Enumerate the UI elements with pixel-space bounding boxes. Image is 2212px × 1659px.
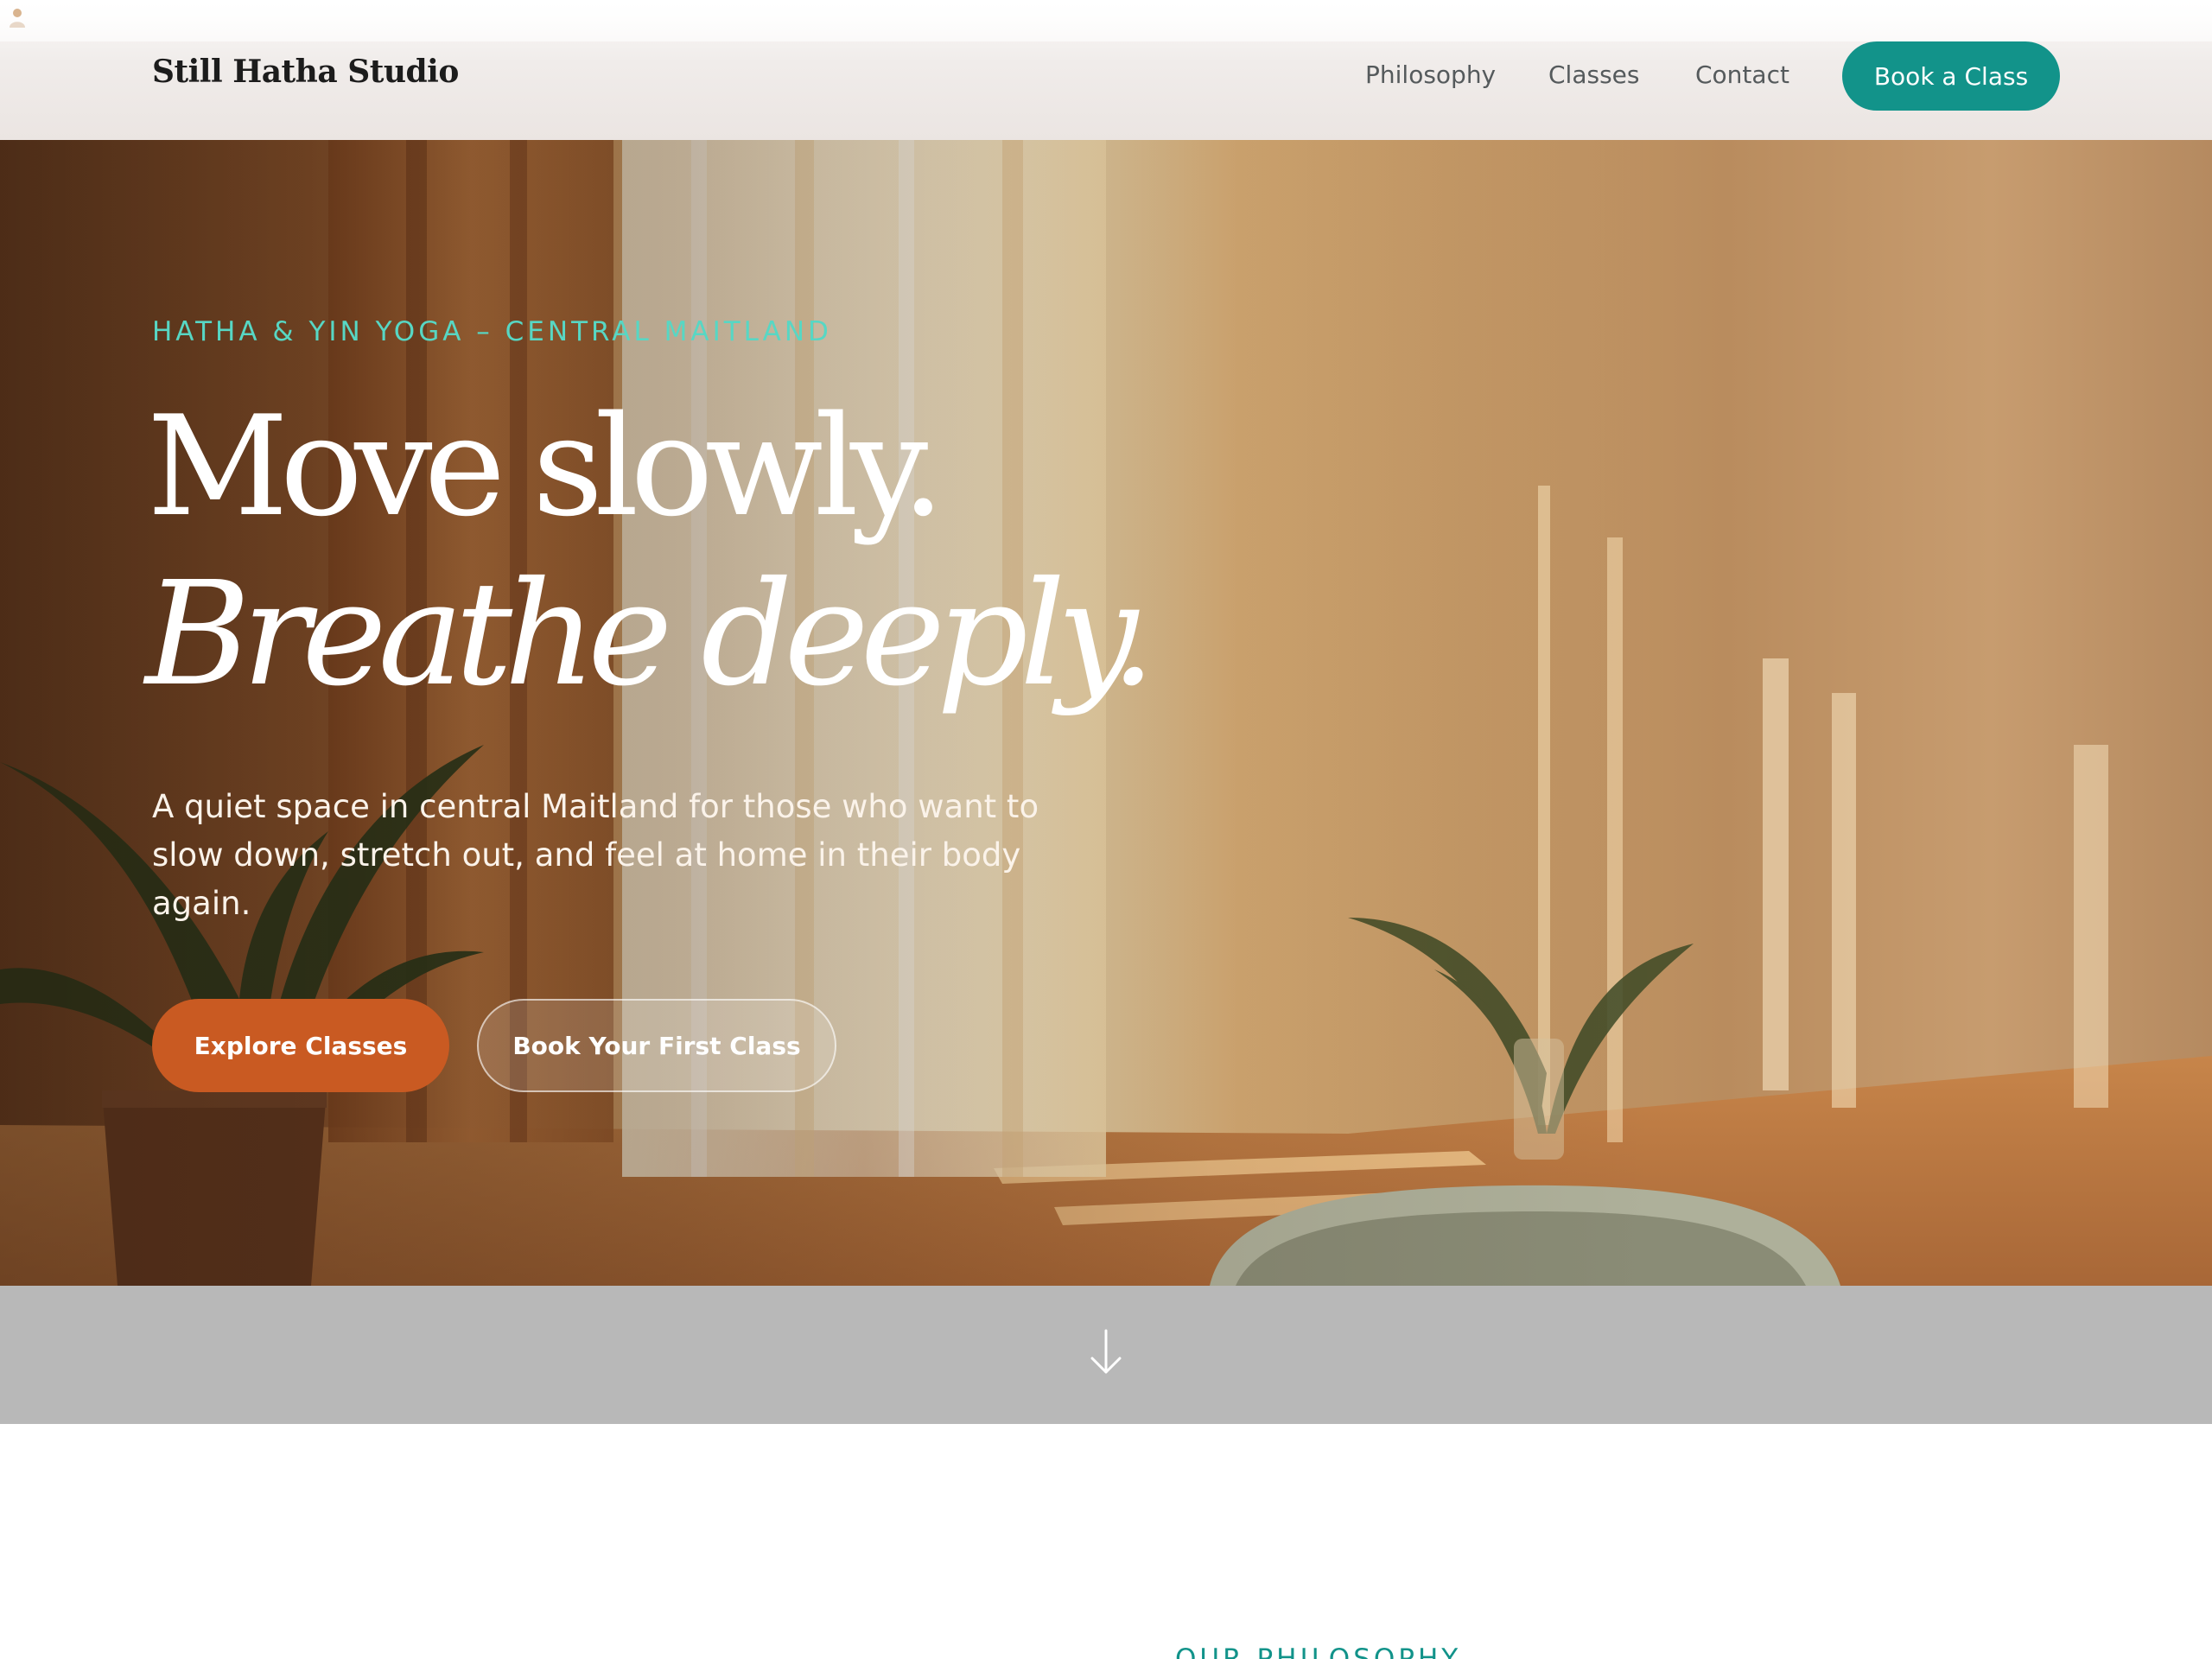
- site-header: Still Hatha Studio Philosophy Classes Co…: [0, 0, 2212, 140]
- book-a-class-button[interactable]: Book a Class: [1842, 41, 2060, 111]
- book-first-class-button[interactable]: Book Your First Class: [477, 999, 836, 1092]
- philosophy-section: OUR PHILOSOPHY: [0, 1424, 2212, 1659]
- arrow-down-icon[interactable]: [1085, 1327, 1127, 1379]
- nav-link-contact[interactable]: Contact: [1695, 60, 1789, 89]
- nav-link-philosophy[interactable]: Philosophy: [1365, 60, 1496, 89]
- nav-link-classes[interactable]: Classes: [1548, 60, 1639, 89]
- explore-classes-button[interactable]: Explore Classes: [152, 999, 449, 1092]
- hero-headline-line-1: Move slowly.: [147, 385, 945, 547]
- philosophy-eyebrow: OUR PHILOSOPHY: [1175, 1643, 1462, 1659]
- hero-headline-line-2: Breathe deeply.: [145, 551, 1156, 718]
- avatar-icon: [10, 9, 25, 28]
- brand-logo[interactable]: Still Hatha Studio: [152, 54, 459, 90]
- hero-eyebrow: HATHA & YIN YOGA – CENTRAL MAITLAND: [152, 316, 832, 347]
- header-top-strip: [0, 0, 2212, 41]
- hero-lead-text: A quiet space in central Maitland for th…: [152, 788, 1039, 922]
